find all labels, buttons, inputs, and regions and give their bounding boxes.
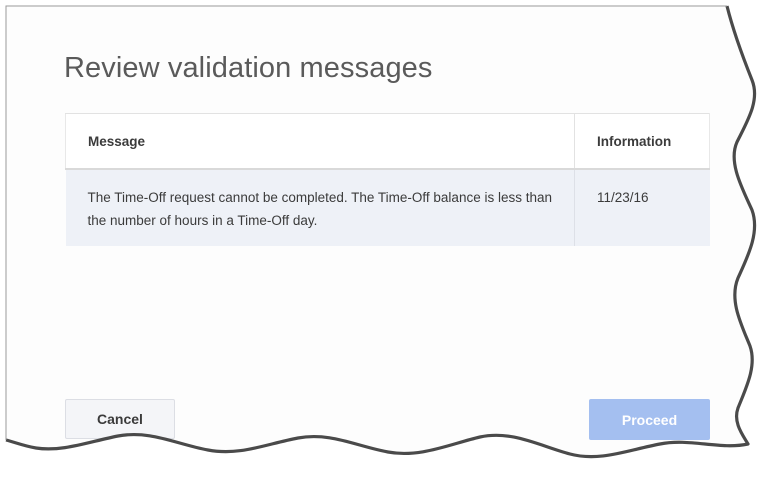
screenshot-stage: × Review validation messages Message Inf… [0,0,766,477]
dialog-title: Review validation messages [64,52,433,84]
proceed-button[interactable]: Proceed [589,399,710,440]
review-validation-dialog: × Review validation messages Message Inf… [0,0,766,477]
table-row: The Time-Off request cannot be completed… [65,169,710,246]
column-header-message: Message [65,113,575,170]
message-cell: The Time-Off request cannot be completed… [65,169,575,246]
close-icon[interactable]: × [736,24,754,42]
cancel-button[interactable]: Cancel [65,399,175,439]
validation-messages-table: Message Information The Time-Off request… [65,113,710,246]
information-cell: 11/23/16 [574,169,710,246]
column-header-information: Information [574,113,710,170]
table-header-row: Message Information [65,113,710,170]
